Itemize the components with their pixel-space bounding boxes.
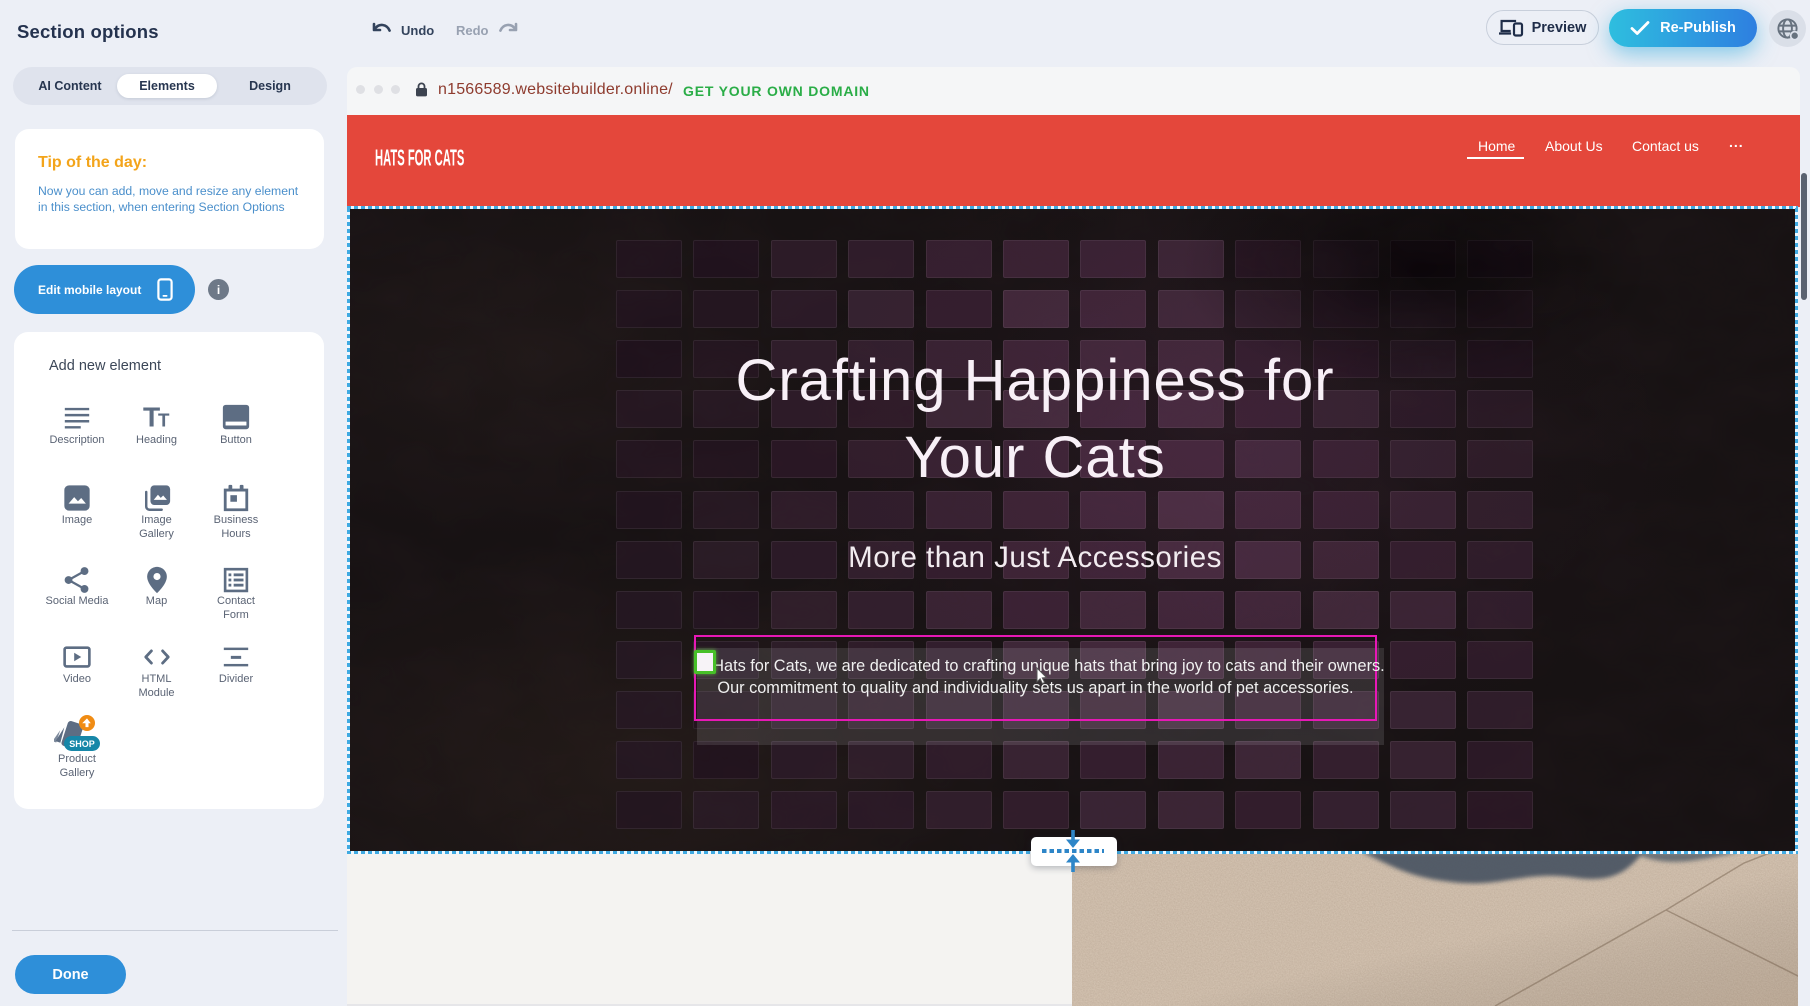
- svg-text:SHOP: SHOP: [69, 739, 95, 749]
- svg-text:T: T: [157, 409, 169, 430]
